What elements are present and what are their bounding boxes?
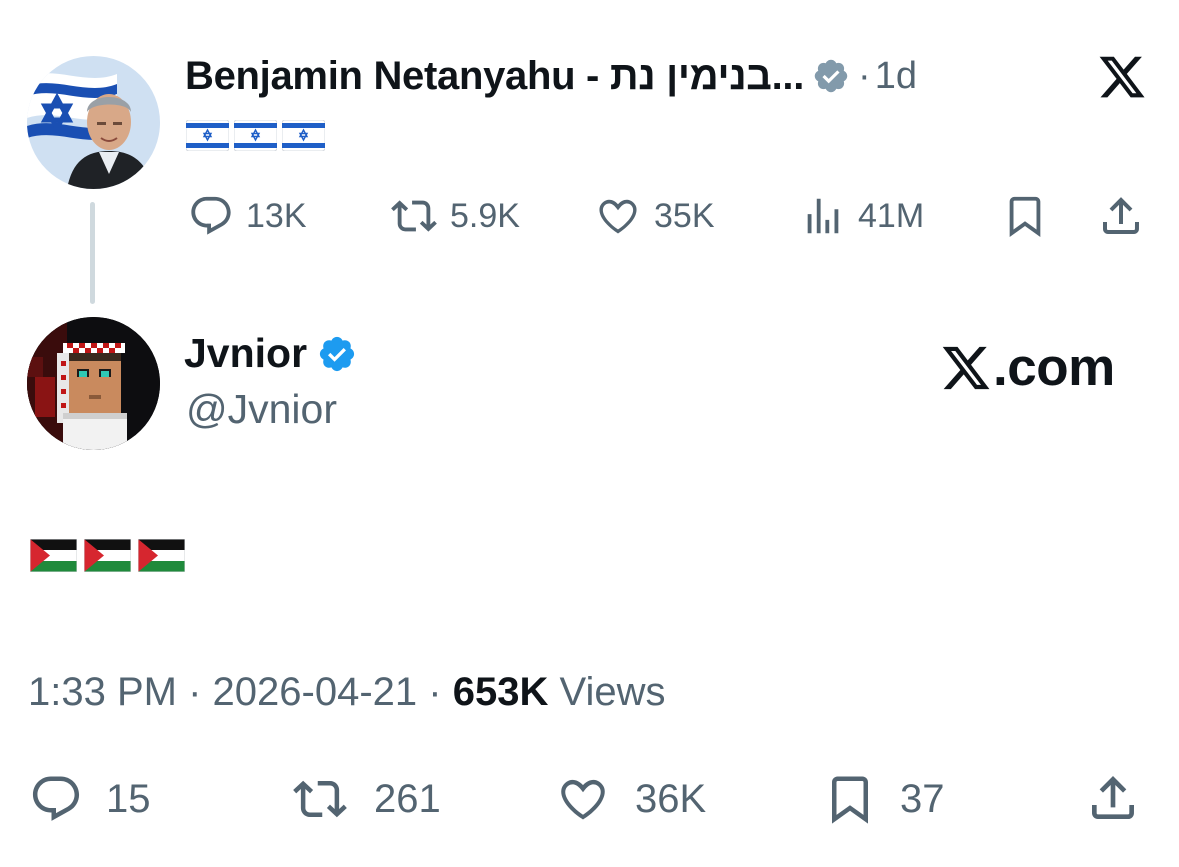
x-logo-icon [942, 346, 990, 389]
parent-tweet-header: Benjamin Netanyahu - בנימין נת... · 1d [185, 50, 917, 102]
views-label: Views [559, 670, 666, 714]
reply-share-button[interactable] [1085, 770, 1141, 826]
reply-bookmark-button[interactable]: 37 [822, 772, 945, 826]
verified-grey-badge-icon [814, 59, 848, 93]
parent-reply-button[interactable]: 13K [188, 193, 307, 239]
repost-icon [391, 200, 437, 232]
reply-repost-count: 261 [374, 776, 441, 821]
parent-like-count: 35K [654, 196, 715, 235]
x-logo-icon [1099, 56, 1145, 98]
reply-name-row: Jvnior [184, 330, 357, 377]
heart-icon [599, 199, 637, 234]
reply-tweet-text [30, 539, 185, 572]
separator-dot: · [188, 670, 202, 714]
verified-blue-badge-icon [319, 336, 355, 371]
view-count: 653K [452, 670, 549, 714]
separator-dot: · [858, 54, 871, 97]
thread-connector-line [90, 202, 95, 304]
israel-flag-icon [186, 120, 229, 151]
reply-avatar[interactable] [27, 317, 160, 450]
parent-avatar[interactable] [27, 56, 160, 189]
parent-bookmark-button[interactable] [1001, 193, 1049, 239]
bookmark-icon [1009, 196, 1041, 237]
parent-reply-count: 13K [246, 196, 307, 235]
parent-view-count: 41M [858, 196, 925, 235]
parent-tweet-text [186, 120, 325, 151]
reply-reply-button[interactable]: 15 [28, 772, 151, 826]
tweet-meta: 1:33 PM · 2026-04-21 · 653K Views [28, 670, 665, 715]
palestine-flag-icon [84, 539, 131, 572]
bookmark-icon [832, 776, 868, 824]
parent-share-button[interactable] [1097, 192, 1145, 240]
reply-icon [32, 776, 80, 821]
parent-repost-button[interactable]: 5.9K [386, 193, 520, 239]
reply-reply-count: 15 [106, 776, 151, 821]
reply-repost-button[interactable]: 261 [288, 772, 441, 826]
separator-dot: · [428, 670, 442, 714]
parent-time-ago[interactable]: 1d [875, 55, 917, 98]
share-icon [1103, 197, 1139, 234]
tweet-date[interactable]: 2026-04-21 [213, 670, 418, 714]
parent-like-button[interactable]: 35K [594, 193, 715, 239]
reply-like-button[interactable]: 36K [553, 772, 706, 826]
views-chart-icon [807, 198, 839, 234]
palestine-flag-icon [138, 539, 185, 572]
parent-display-name[interactable]: Benjamin Netanyahu - בנימין נת... [185, 54, 804, 99]
israel-flag-icon [234, 120, 277, 151]
reply-handle[interactable]: @Jvnior [186, 386, 337, 433]
reply-icon [191, 196, 231, 235]
israel-flag-icon [282, 120, 325, 151]
reply-like-count: 36K [635, 776, 707, 821]
tweet-timestamp[interactable]: 1:33 PM [28, 670, 177, 714]
parent-repost-count: 5.9K [450, 196, 520, 235]
palestine-flag-icon [30, 539, 77, 572]
parent-views-button[interactable]: 41M [800, 193, 924, 239]
reply-display-name[interactable]: Jvnior [184, 330, 307, 377]
repost-icon [293, 780, 347, 818]
x-com-watermark: .com [940, 337, 1115, 398]
share-icon [1092, 776, 1134, 819]
heart-icon [561, 779, 605, 820]
watermark-text: .com [993, 338, 1115, 397]
reply-bookmark-count: 37 [900, 776, 945, 821]
